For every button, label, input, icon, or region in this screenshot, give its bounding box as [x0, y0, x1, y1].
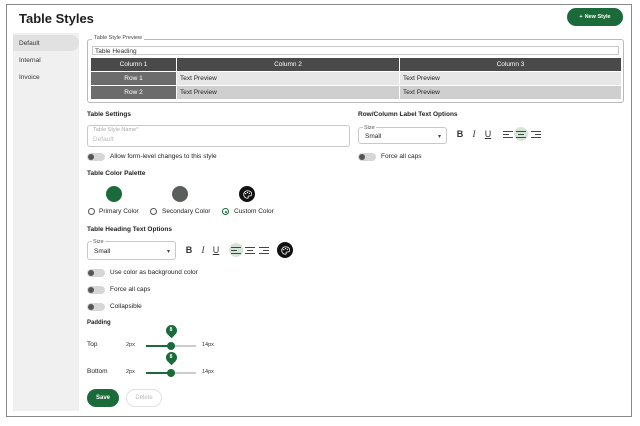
save-button[interactable]: Save	[87, 389, 119, 407]
delete-button[interactable]: Delete	[126, 389, 162, 407]
heading-color-palette-icon[interactable]	[277, 242, 293, 258]
preview-cell: Text Preview	[399, 85, 622, 100]
primary-color-radio[interactable]	[88, 208, 95, 215]
sidebar-item-label: Default	[19, 39, 40, 47]
size-value: Small	[94, 248, 111, 255]
chevron-down-icon: ▾	[166, 249, 170, 255]
secondary-color-swatch	[172, 186, 188, 202]
label-text-options-title: Row/Column Label Text Options	[358, 111, 458, 118]
padding-bottom-label: Bottom	[87, 368, 108, 375]
allow-form-changes-label: Allow form-level changes to this style	[110, 153, 217, 160]
padding-bottom-max: 14px	[202, 369, 214, 375]
style-sidebar: Default Internal Invoice	[13, 33, 79, 411]
primary-color-label: Primary Color	[99, 208, 139, 215]
custom-color-palette-icon[interactable]	[239, 186, 255, 202]
heading-size-select[interactable]: Size Small ▾	[87, 239, 176, 260]
padding-top-slider-thumb[interactable]	[167, 342, 175, 350]
sidebar-item-label: Internal	[19, 56, 41, 64]
custom-color-label: Custom Color	[234, 208, 274, 215]
label-force-caps-label: Force all caps	[381, 153, 422, 160]
padding-top-min: 2px	[126, 342, 135, 348]
bold-icon[interactable]: B	[183, 245, 195, 255]
secondary-color-label: Secondary Color	[162, 208, 211, 215]
size-label: Size	[92, 239, 105, 245]
style-name-field[interactable]: Table Style Name* Default	[87, 125, 350, 147]
new-style-label: New Style	[584, 14, 611, 20]
align-right-icon[interactable]	[531, 131, 541, 141]
use-bg-color-toggle[interactable]	[87, 269, 105, 277]
table-row: Row 1 Text Preview Text Preview	[90, 71, 622, 86]
style-name-label: Table Style Name*	[93, 127, 139, 133]
underline-icon[interactable]: U	[210, 245, 222, 255]
bold-icon[interactable]: B	[454, 129, 466, 139]
preview-table-heading: Table Heading	[92, 46, 619, 55]
sidebar-item-invoice[interactable]: Invoice	[13, 69, 79, 85]
chevron-down-icon: ▾	[437, 134, 441, 140]
size-value: Small	[365, 133, 382, 140]
padding-bottom-min: 2px	[126, 369, 135, 375]
italic-icon[interactable]: I	[468, 129, 480, 139]
padding-bottom-value: 8	[169, 354, 173, 360]
page-title: Table Styles	[19, 11, 94, 26]
plus-icon: +	[579, 14, 583, 20]
sidebar-item-default[interactable]: Default	[13, 35, 79, 51]
primary-color-swatch	[106, 186, 122, 202]
use-bg-color-label: Use color as background color	[110, 269, 198, 276]
preview-column-header: Column 2	[176, 57, 400, 72]
padding-top-label: Top	[87, 341, 98, 348]
size-label: Size	[363, 125, 376, 131]
underline-icon[interactable]: U	[482, 129, 494, 139]
align-center-icon[interactable]	[516, 131, 526, 141]
italic-icon[interactable]: I	[197, 245, 209, 255]
preview-cell: Text Preview	[176, 85, 400, 100]
heading-force-caps-toggle[interactable]	[87, 286, 105, 294]
label-size-select[interactable]: Size Small ▾	[358, 125, 447, 144]
color-palette-title: Table Color Palette	[87, 170, 146, 177]
custom-color-radio[interactable]	[222, 208, 229, 215]
table-row: Row 2 Text Preview Text Preview	[90, 85, 622, 100]
allow-form-changes-toggle[interactable]	[87, 153, 105, 161]
heading-text-options-title: Table Heading Text Options	[87, 226, 172, 233]
preview-cell: Text Preview	[399, 71, 622, 86]
label-force-caps-toggle[interactable]	[358, 153, 376, 161]
new-style-button[interactable]: + New Style	[567, 8, 623, 26]
preview-row-label: Row 1	[90, 71, 177, 86]
secondary-color-radio[interactable]	[150, 208, 157, 215]
align-left-icon[interactable]	[231, 247, 241, 257]
style-name-value: Default	[93, 136, 114, 143]
table-settings-title: Table Settings	[87, 111, 131, 118]
preview-row-label: Row 2	[90, 85, 177, 100]
table-style-preview: Table Style Preview Table Heading Column…	[87, 35, 624, 103]
app-window: Table Styles + New Style Default Interna…	[6, 4, 632, 417]
preview-table: Column 1 Column 2 Column 3 Row 1 Text Pr…	[90, 57, 622, 100]
sidebar-item-internal[interactable]: Internal	[13, 52, 79, 68]
preview-column-header: Column 1	[90, 57, 177, 72]
align-right-icon[interactable]	[259, 247, 269, 257]
padding-top-value: 8	[169, 327, 173, 333]
preview-cell: Text Preview	[176, 71, 400, 86]
padding-top-max: 14px	[202, 342, 214, 348]
sidebar-item-label: Invoice	[19, 73, 40, 81]
padding-title: Padding	[87, 320, 111, 326]
heading-force-caps-label: Force all caps	[110, 286, 151, 293]
align-center-icon[interactable]	[245, 247, 255, 257]
collapsible-label: Collapsible	[110, 303, 142, 310]
collapsible-toggle[interactable]	[87, 303, 105, 311]
preview-column-header: Column 3	[399, 57, 622, 72]
preview-legend: Table Style Preview	[92, 35, 144, 41]
align-left-icon[interactable]	[503, 131, 513, 141]
padding-bottom-slider-thumb[interactable]	[167, 369, 175, 377]
